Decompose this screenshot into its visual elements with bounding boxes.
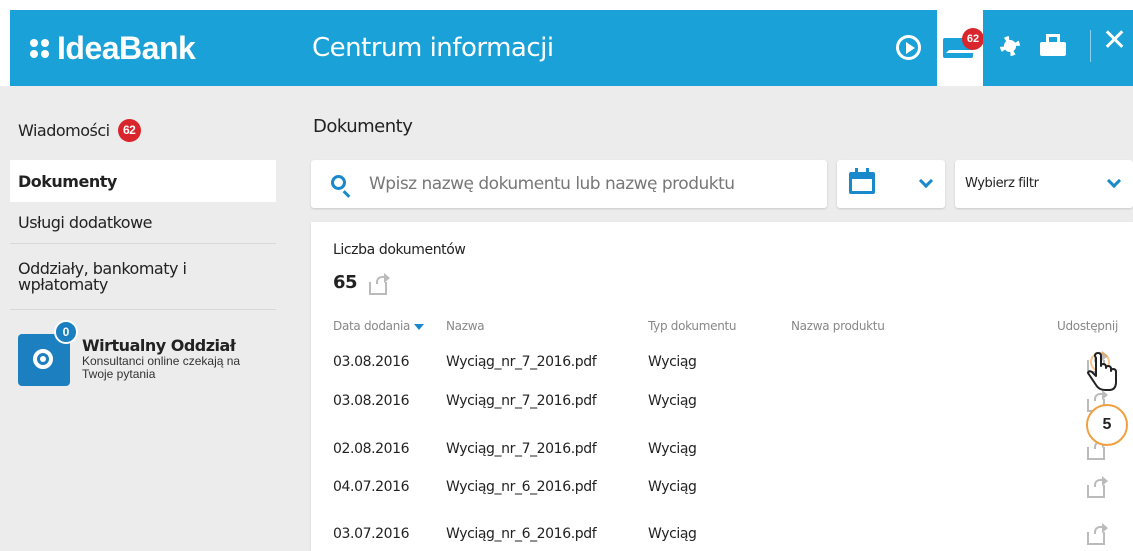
row-name[interactable]: Wyciąg_nr_7_2016.pdf [446, 441, 597, 457]
column-header-type[interactable]: Typ dokumentu [648, 319, 737, 333]
column-header-product[interactable]: Nazwa produktu [791, 319, 885, 333]
sidebar-item-label: Dokumenty [18, 171, 117, 191]
header-divider [1090, 30, 1091, 62]
column-header-share: Udostępnij [1057, 319, 1118, 333]
virtual-branch[interactable]: 0 Wirtualny Oddział Konsultanci online c… [18, 320, 242, 386]
date-filter[interactable] [837, 160, 945, 208]
row-type: Wyciąg [648, 393, 697, 409]
print-icon[interactable] [1040, 34, 1066, 56]
title-bar: Centrum informacji [274, 10, 937, 86]
hand-pointer-icon [1087, 352, 1117, 391]
search-box [311, 160, 827, 208]
messages-badge: 62 [117, 118, 141, 142]
table-row[interactable]: 04.07.2016 Wyciąg_nr_6_2016.pdf Wyciąg [311, 473, 1133, 503]
row-date: 03.08.2016 [333, 354, 410, 370]
share-icon[interactable] [1087, 523, 1108, 545]
chevron-down-icon [918, 173, 934, 189]
share-all-icon[interactable] [369, 273, 390, 295]
filter-label: Wybierz filtr [965, 176, 1039, 191]
row-date: 03.07.2016 [333, 526, 410, 542]
sidebar-item-messages[interactable]: Wiadomości 62 [10, 86, 276, 156]
logo-text: IdeaBank [57, 29, 196, 66]
column-header-date[interactable]: Data dodania [333, 319, 425, 333]
sort-desc-icon [414, 323, 425, 330]
table-row[interactable]: 02.08.2016 Wyciąg_nr_7_2016.pdf Wyciąg [311, 435, 1133, 465]
search-input[interactable] [369, 170, 809, 198]
sidebar-item-documents[interactable]: Dokumenty [10, 160, 276, 202]
logo-dots-icon [30, 38, 49, 58]
table-row[interactable]: 03.08.2016 Wyciąg_nr_7_2016.pdf Wyciąg [311, 348, 1133, 378]
search-icon [331, 175, 346, 190]
sidebar-item-label: Wiadomości [18, 120, 110, 140]
table-row[interactable]: 03.07.2016 Wyciąg_nr_6_2016.pdf Wyciąg [311, 520, 1133, 550]
step-number-badge: 5 [1086, 404, 1128, 446]
page-header-title: Centrum informacji [312, 33, 554, 63]
play-circle-icon[interactable] [896, 35, 921, 60]
webcam-icon: 0 [18, 320, 78, 386]
row-name[interactable]: Wyciąg_nr_6_2016.pdf [446, 526, 597, 542]
mail-badge: 62 [962, 28, 984, 50]
calendar-icon [849, 168, 875, 194]
documents-count-value: 65 [333, 272, 358, 293]
row-name[interactable]: Wyciąg_nr_7_2016.pdf [446, 393, 597, 409]
row-date: 03.08.2016 [333, 393, 410, 409]
documents-panel: Liczba dokumentów 65 Data dodania Nazwa … [311, 222, 1133, 551]
column-header-name[interactable]: Nazwa [446, 319, 485, 333]
documents-count-label: Liczba dokumentów [333, 242, 466, 258]
row-type: Wyciąg [648, 479, 697, 495]
gear-icon[interactable] [1000, 36, 1020, 56]
share-icon[interactable] [1087, 438, 1108, 460]
page-title: Dokumenty [313, 116, 413, 137]
sidebar: Wiadomości 62 Dokumenty Usługi dodatkowe… [10, 86, 276, 551]
row-date: 02.08.2016 [333, 441, 410, 457]
row-type: Wyciąg [648, 441, 697, 457]
filter-select[interactable]: Wybierz filtr [955, 160, 1133, 208]
close-icon[interactable]: ✕ [1102, 26, 1127, 56]
row-date: 04.07.2016 [333, 479, 410, 495]
logo[interactable]: IdeaBank [10, 10, 274, 86]
row-type: Wyciąg [648, 354, 697, 370]
virtual-badge: 0 [54, 320, 78, 344]
sidebar-item-label: Oddziały, bankomaty i wpłatomaty [18, 258, 187, 294]
row-name[interactable]: Wyciąg_nr_7_2016.pdf [446, 354, 597, 370]
chevron-down-icon [1106, 173, 1122, 189]
sidebar-item-label: Usługi dodatkowe [18, 213, 153, 232]
virtual-branch-subtitle: Konsultanci online czekają na Twoje pyta… [82, 354, 241, 382]
table-row[interactable]: 03.08.2016 Wyciąg_nr_7_2016.pdf Wyciąg [311, 387, 1133, 417]
row-name[interactable]: Wyciąg_nr_6_2016.pdf [446, 479, 597, 495]
sidebar-item-services[interactable]: Usługi dodatkowe [10, 202, 276, 244]
app-header: IdeaBank Centrum informacji 62 ✕ [0, 0, 1133, 86]
sidebar-item-branches[interactable]: Oddziały, bankomaty i wpłatomaty [10, 244, 276, 310]
virtual-branch-title: Wirtualny Oddział [82, 336, 236, 355]
row-type: Wyciąg [648, 526, 697, 542]
share-icon[interactable] [1087, 476, 1108, 498]
